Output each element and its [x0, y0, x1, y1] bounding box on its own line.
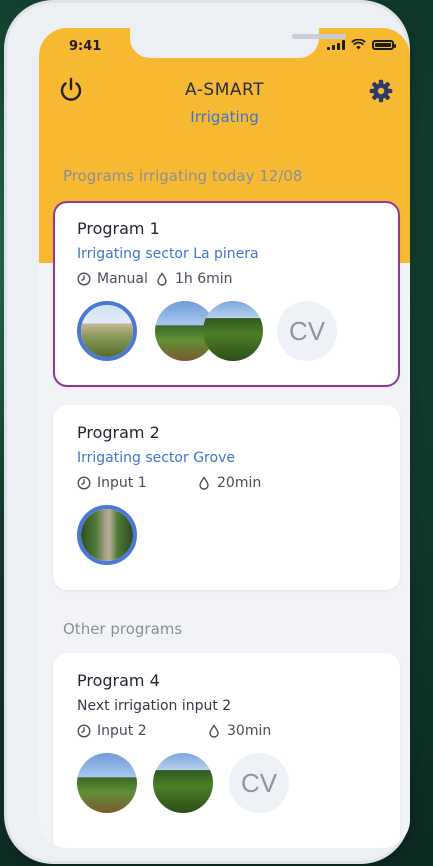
sector-photo[interactable] — [77, 301, 137, 361]
photo-placeholder-badge[interactable]: CV — [229, 753, 289, 813]
clock-icon — [77, 724, 91, 738]
program-name: Program 1 — [77, 219, 160, 238]
duration-label: 20min — [217, 475, 262, 491]
app-title: A-SMART — [185, 80, 264, 100]
section-title-today: Programs irrigating today 12/08 — [63, 167, 303, 185]
duration-info: 30min — [207, 723, 271, 739]
trigger-label: Input 2 — [97, 723, 147, 739]
program-meta: Input 1 20min — [77, 475, 376, 491]
sector-photo[interactable] — [77, 505, 137, 565]
signal-icon — [327, 39, 345, 50]
program-card-2[interactable]: Program 2 Irrigating sector Grove Input … — [53, 405, 400, 590]
sector-photos: CV — [77, 753, 376, 813]
trigger-label: Manual — [97, 271, 148, 287]
device-notch — [130, 28, 346, 58]
photo-placeholder-badge[interactable]: CV — [277, 301, 337, 361]
section-title-other: Other programs — [63, 620, 183, 638]
trigger-info: Input 1 — [77, 475, 197, 491]
clock-icon — [77, 476, 91, 490]
trigger-info: Manual — [77, 271, 155, 287]
phone-frame: 9:41 A-SMART Irrigating Programs irrigat… — [7, 3, 410, 861]
sector-photo[interactable] — [77, 753, 137, 813]
drop-icon — [209, 724, 219, 738]
wifi-icon — [351, 39, 366, 50]
sector-photos: CV — [77, 301, 376, 361]
duration-info: 1h 6min — [155, 271, 233, 287]
app-status: Irrigating — [190, 108, 259, 126]
duration-label: 1h 6min — [175, 271, 233, 287]
sector-photo[interactable] — [153, 753, 213, 813]
program-meta: Manual 1h 6min — [77, 271, 376, 287]
battery-icon — [372, 39, 396, 50]
drop-icon — [157, 272, 167, 286]
gear-icon[interactable] — [368, 78, 394, 104]
duration-info: 20min — [197, 475, 261, 491]
program-meta: Input 2 30min — [77, 723, 376, 739]
trigger-label: Input 1 — [97, 475, 147, 491]
program-description: Irrigating sector La pinera — [77, 246, 259, 262]
drop-icon — [199, 476, 209, 490]
duration-label: 30min — [227, 723, 272, 739]
program-description: Irrigating sector Grove — [77, 450, 235, 466]
sector-photo[interactable] — [203, 301, 263, 361]
clock-icon — [77, 272, 91, 286]
program-card-1[interactable]: Program 1 Irrigating sector La pinera Ma… — [53, 201, 400, 387]
trigger-info: Input 2 — [77, 723, 207, 739]
status-icons — [327, 39, 396, 50]
program-name: Program 4 — [77, 671, 160, 690]
program-name: Program 2 — [77, 423, 160, 442]
program-card-4[interactable]: Program 4 Next irrigation input 2 Input … — [53, 653, 400, 848]
status-time: 9:41 — [69, 39, 102, 54]
program-description: Next irrigation input 2 — [77, 698, 232, 714]
app-screen: 9:41 A-SMART Irrigating Programs irrigat… — [39, 28, 410, 848]
sector-photos — [77, 505, 376, 565]
